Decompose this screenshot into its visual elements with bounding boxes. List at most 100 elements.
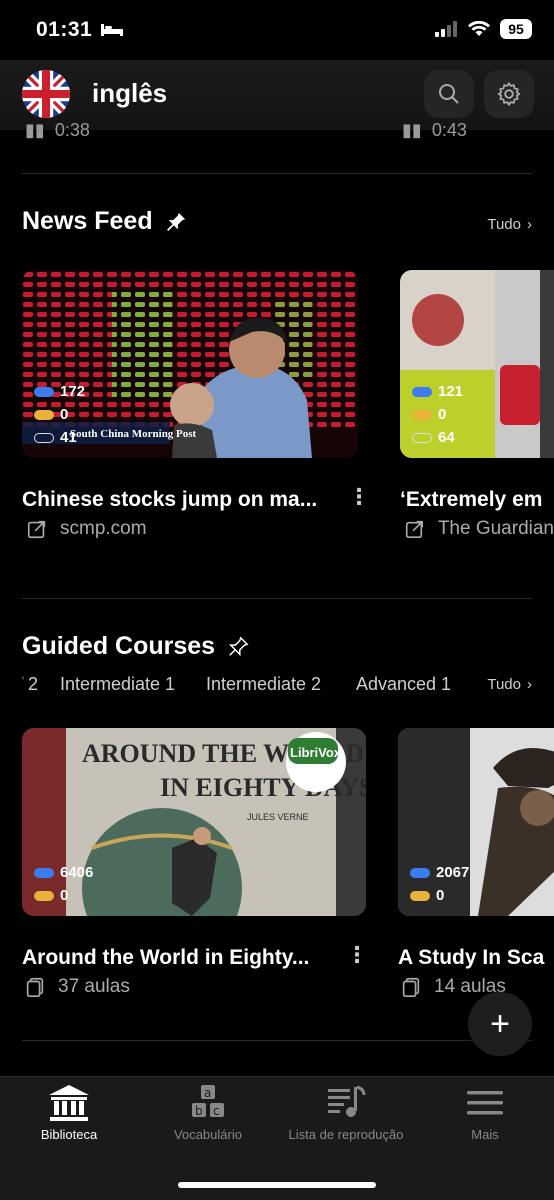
more-options-icon[interactable]: ⋮: [348, 484, 370, 510]
menu-icon: [467, 1091, 503, 1115]
card-stats: 121 0 64: [412, 383, 463, 446]
yellow-pill-icon: [412, 409, 432, 420]
level-separator-icon: ˈ: [20, 674, 26, 694]
stat-known: 64: [412, 429, 463, 446]
course-card-title[interactable]: A Study In Sca: [398, 946, 554, 970]
level-tab[interactable]: Advanced 1: [356, 674, 451, 695]
news-card-source: scmp.com: [26, 518, 147, 540]
blue-pill-icon: [34, 867, 54, 878]
section-title: Guided Courses: [22, 632, 216, 660]
divider: [22, 173, 532, 174]
stat-learning: 0: [410, 887, 469, 904]
course-lessons: 37 aulas: [24, 976, 130, 998]
bed-icon: [101, 24, 124, 36]
stat-value: 0: [438, 406, 447, 423]
tab-label: Lista de reprodução: [288, 1127, 404, 1142]
tab-mais[interactable]: Mais: [444, 1083, 526, 1142]
card-stats: 6406 0: [34, 864, 93, 904]
divider: [22, 1040, 532, 1041]
book-author: JULES VERNE: [247, 812, 309, 822]
previous-section-partial: ▮▮ 0:38 ▮▮ 0:43: [0, 118, 554, 148]
yellow-pill-icon: [34, 890, 54, 901]
likes-icon: ▮▮: [402, 120, 422, 140]
tab-label: Mais: [471, 1127, 499, 1142]
source-label: scmp.com: [60, 518, 147, 539]
news-card-image[interactable]: South China Morning Post 172 0 41: [22, 270, 358, 458]
stat-value: 172: [60, 383, 86, 400]
external-source-icon: [405, 520, 423, 538]
uk-flag-icon[interactable]: [22, 70, 70, 118]
tab-label: Biblioteca: [40, 1127, 98, 1142]
courses-see-all-link[interactable]: Tudo ›: [487, 676, 532, 693]
see-all-label: Tudo: [487, 676, 521, 693]
blue-pill-icon: [34, 386, 54, 397]
wifi-icon: [468, 21, 490, 36]
yellow-pill-icon: [410, 890, 430, 901]
chevron-right-icon: ›: [527, 216, 532, 233]
level-tab[interactable]: 2: [28, 674, 38, 695]
stat-known: 41: [34, 429, 85, 446]
tab-playlist[interactable]: Lista de reprodução: [278, 1083, 414, 1142]
status-bar: 01:31 95: [0, 0, 554, 60]
stat-value: 0: [60, 887, 69, 904]
blue-pill-icon: [410, 867, 430, 878]
svg-text:b: b: [195, 1104, 203, 1118]
stat-value: 121: [438, 383, 464, 400]
level-tab[interactable]: Intermediate 2: [206, 674, 321, 695]
level-filter-tabs: ˈ 2 Intermediate 1 Intermediate 2 Advanc…: [0, 672, 554, 698]
add-button[interactable]: +: [468, 992, 532, 1056]
course-card-image[interactable]: AROUND THE WORLD IN EIGHTY DAYS JULES VE…: [22, 728, 366, 916]
stat-learning: 0: [34, 406, 85, 423]
lessons-stack-icon: [402, 977, 420, 997]
card-stats: 172 0 41: [34, 383, 85, 446]
stat-value: 0: [436, 887, 445, 904]
library-icon: [49, 1085, 89, 1121]
news-see-all-link[interactable]: Tudo ›: [487, 216, 532, 233]
level-tab[interactable]: Intermediate 1: [60, 674, 175, 695]
guided-courses-heading: Guided Courses: [22, 632, 249, 661]
language-title[interactable]: inglês: [92, 78, 167, 109]
stat-new-words: 6406: [34, 864, 93, 881]
watermark-text: South China Morning Post: [70, 428, 197, 440]
svg-text:c: c: [213, 1104, 220, 1118]
news-card-title[interactable]: ‘Extremely em: [400, 488, 554, 512]
course-card-image[interactable]: 2067 0: [398, 728, 554, 916]
lessons-stack-icon: [26, 977, 44, 997]
status-icons: 95: [434, 19, 532, 39]
tab-vocabulario[interactable]: abc Vocabulário: [164, 1083, 252, 1142]
unpinned-icon[interactable]: [227, 635, 249, 658]
external-source-icon: [27, 520, 46, 539]
news-card-title[interactable]: Chinese stocks jump on ma...: [22, 488, 342, 512]
card-stats: 2067 0: [410, 864, 469, 904]
likes-icon: ▮▮: [25, 120, 45, 140]
news-feed-heading: News Feed: [22, 207, 187, 236]
plus-icon: +: [490, 1004, 510, 1043]
abc-blocks-icon: ab c: [192, 1085, 224, 1118]
stat-value: 6406: [60, 864, 94, 881]
outline-pill-icon: [34, 432, 54, 443]
home-indicator[interactable]: [178, 1182, 376, 1188]
news-card-image[interactable]: 121 0 64: [400, 270, 554, 458]
duration-text: 0:43: [431, 120, 467, 140]
gear-icon: [497, 82, 521, 106]
status-time: 01:31: [36, 18, 124, 42]
stat-learning: 0: [34, 887, 93, 904]
yellow-pill-icon: [34, 409, 54, 420]
blue-pill-icon: [412, 386, 432, 397]
stat-value: 41: [60, 429, 77, 446]
divider: [22, 598, 532, 599]
settings-button[interactable]: [484, 70, 534, 118]
outline-pill-icon: [412, 432, 432, 443]
svg-text:a: a: [204, 1086, 211, 1100]
signal-icon: [435, 21, 457, 37]
librivox-badge: LibriVox: [290, 745, 342, 760]
stat-value: 0: [60, 406, 69, 423]
course-card-title[interactable]: Around the World in Eighty...: [22, 946, 332, 970]
source-label: The Guardian: [437, 518, 554, 539]
tab-biblioteca[interactable]: Biblioteca: [26, 1083, 112, 1142]
stat-new-words: 172: [34, 383, 85, 400]
search-button[interactable]: [424, 70, 474, 118]
more-options-icon[interactable]: ⋮: [346, 942, 368, 968]
section-title: News Feed: [22, 207, 153, 235]
pin-icon[interactable]: [165, 211, 187, 233]
